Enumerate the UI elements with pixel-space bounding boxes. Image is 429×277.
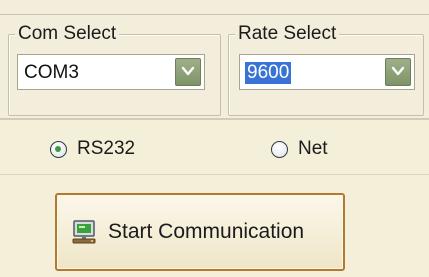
rate-select-value: 9600 [245,62,292,84]
rate-select-legend: Rate Select [235,23,340,45]
rate-select-dropdown-button[interactable] [385,58,411,86]
top-divider [0,14,429,15]
radio-rs232-label: RS232 [77,138,136,159]
start-communication-button[interactable]: Start Communication [55,193,345,271]
section-divider-lower [0,174,429,175]
com-select-dropdown-button[interactable] [175,58,201,86]
radio-net-circle[interactable] [271,140,288,158]
chevron-down-icon [181,66,195,76]
radio-net[interactable]: Net [271,138,328,160]
radio-rs232[interactable]: RS232 [50,138,135,160]
com-select-value: COM3 [24,62,79,83]
section-divider [0,118,429,120]
chevron-down-icon [391,66,405,76]
rate-select-dropdown[interactable]: 9600 [239,54,415,90]
start-communication-label: Start Communication [108,220,305,243]
radio-rs232-circle[interactable] [50,140,67,158]
radio-net-label: Net [298,138,328,159]
computer-icon [70,218,98,246]
com-select-legend: Com Select [15,23,120,45]
com-select-dropdown[interactable]: COM3 [17,54,205,90]
